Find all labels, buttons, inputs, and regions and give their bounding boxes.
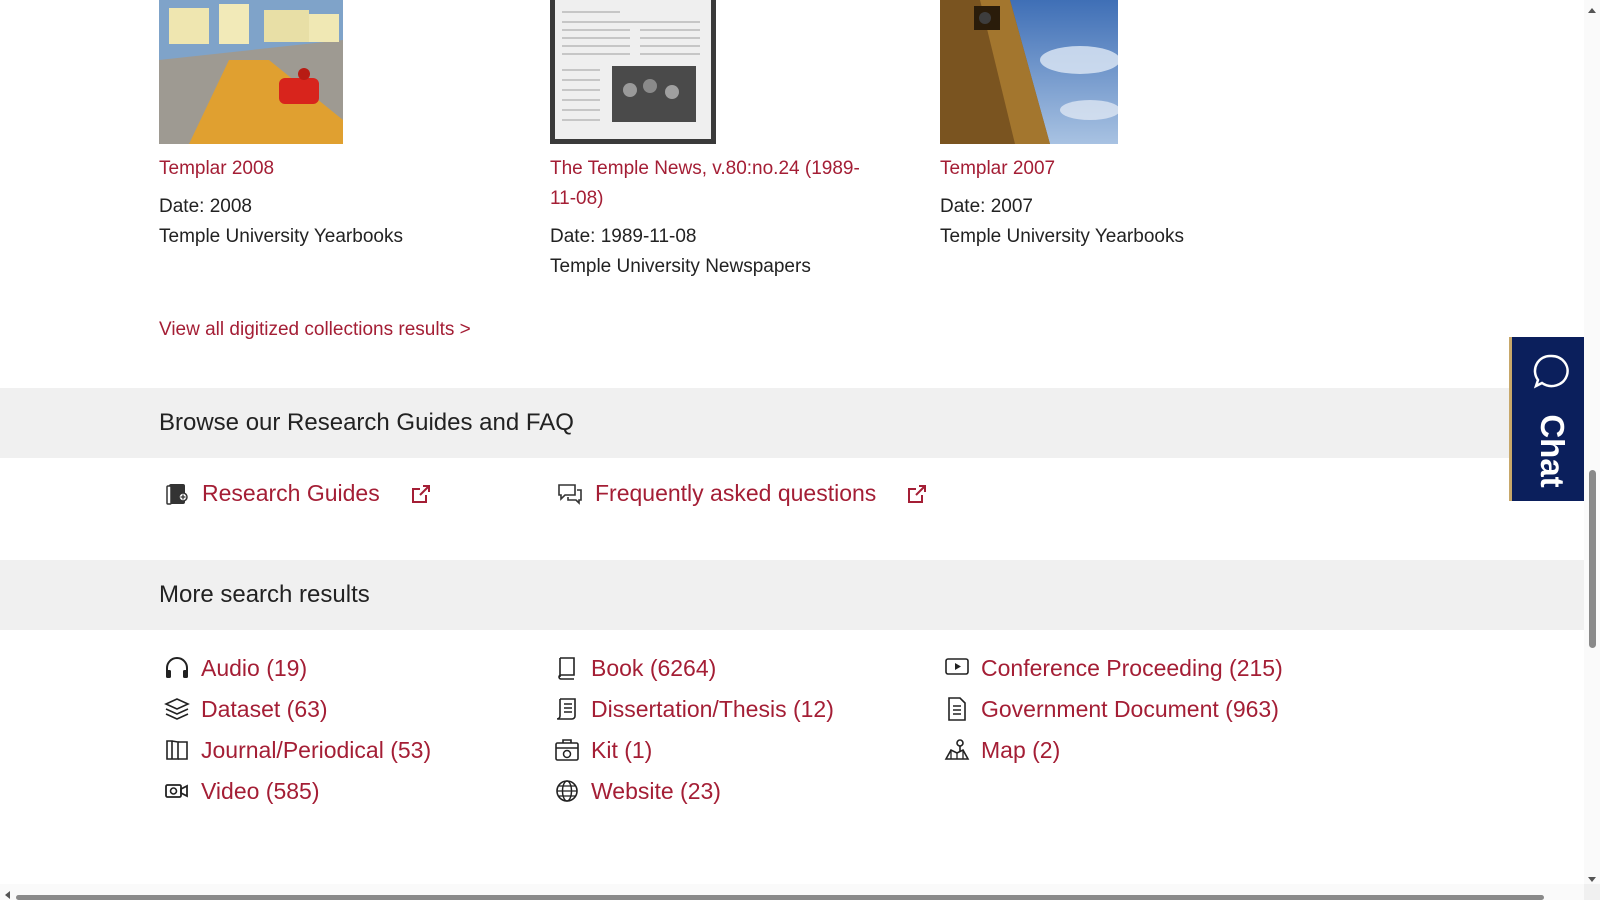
faq-label: Frequently asked questions (595, 480, 877, 506)
digitized-item-card: Templar 2007 Date: 2007 Temple Universit… (940, 0, 1300, 252)
scroll-down-arrow-icon[interactable] (1587, 872, 1597, 882)
result-label: Book (6264) (591, 654, 717, 681)
result-label: Government Document (963) (981, 695, 1279, 722)
result-label: Dissertation/Thesis (12) (591, 695, 834, 722)
digitized-item-card: The Temple News, v.80:no.24 (1989-11-08)… (550, 0, 860, 282)
yearbook-2008-thumbnail[interactable] (159, 0, 343, 144)
result-label: Audio (19) (201, 654, 308, 681)
map-icon (944, 737, 970, 763)
result-dataset-link[interactable]: Dataset (63) (164, 693, 328, 725)
item-title-link[interactable]: The Temple News, v.80:no.24 (1989-11-08) (550, 154, 860, 214)
result-label: Video (585) (201, 777, 320, 804)
vertical-scrollbar[interactable] (1584, 0, 1600, 884)
item-date: Date: 2008 (159, 196, 252, 217)
guides-section-header: Browse our Research Guides and FAQ (0, 388, 1584, 458)
result-label: Journal/Periodical (53) (201, 736, 432, 763)
more-results-heading: More search results (159, 581, 370, 608)
item-collection: Temple University Newspapers (550, 256, 811, 277)
vertical-scroll-thumb[interactable] (1589, 470, 1596, 648)
view-all-digitized-link[interactable]: View all digitized collections results > (159, 316, 471, 344)
result-label: Dataset (63) (201, 695, 328, 722)
result-dissertation-link[interactable]: Dissertation/Thesis (12) (554, 693, 834, 725)
digitized-item-card: Templar 2008 Date: 2008 Temple Universit… (159, 0, 519, 252)
research-guides-link[interactable]: Research Guides (164, 480, 432, 507)
result-government-link[interactable]: Government Document (963) (944, 693, 1279, 725)
item-title-link[interactable]: Templar 2008 (159, 154, 519, 184)
headphones-icon (164, 655, 190, 681)
kit-icon (554, 737, 580, 763)
result-conference-link[interactable]: Conference Proceeding (215) (944, 652, 1283, 684)
journal-icon (164, 737, 190, 763)
result-journal-link[interactable]: Journal/Periodical (53) (164, 734, 431, 766)
result-kit-link[interactable]: Kit (1) (554, 734, 652, 766)
more-results-section-header: More search results (0, 560, 1584, 630)
item-collection: Temple University Yearbooks (159, 226, 403, 247)
result-audio-link[interactable]: Audio (19) (164, 652, 307, 684)
page: Templar 2008 Date: 2008 Temple Universit… (0, 0, 1584, 884)
scroll-left-arrow-icon[interactable] (2, 887, 12, 899)
scroll-up-arrow-icon[interactable] (1587, 2, 1597, 13)
result-label: Conference Proceeding (215) (981, 654, 1283, 681)
layers-icon (164, 696, 190, 722)
result-label: Kit (1) (591, 736, 653, 763)
external-link-icon (906, 483, 928, 505)
globe-icon (554, 778, 580, 804)
chat-widget-button[interactable]: Chat (1509, 337, 1584, 501)
scrollbar-corner (1584, 884, 1600, 900)
result-video-link[interactable]: Video (585) (164, 775, 320, 807)
chat-label: Chat (1534, 414, 1571, 488)
newspaper-thumbnail[interactable] (550, 0, 716, 144)
item-date: Date: 2007 (940, 196, 1033, 217)
guides-heading: Browse our Research Guides and FAQ (159, 409, 574, 436)
scroll-icon (554, 696, 580, 722)
video-camera-icon (164, 778, 190, 804)
horizontal-scrollbar[interactable] (0, 884, 1600, 900)
yearbook-2007-thumbnail[interactable] (940, 0, 1118, 144)
research-guides-label: Research Guides (202, 480, 380, 506)
result-label: Map (2) (981, 736, 1061, 763)
result-label: Website (23) (591, 777, 721, 804)
book-bookmark-icon (164, 481, 190, 507)
chat-bubble-icon (1532, 353, 1570, 391)
document-icon (944, 696, 970, 722)
chat-bubbles-icon (557, 481, 583, 507)
item-collection: Temple University Yearbooks (940, 226, 1184, 247)
item-date: Date: 1989-11-08 (550, 226, 697, 247)
result-website-link[interactable]: Website (23) (554, 775, 721, 807)
book-icon (554, 655, 580, 681)
horizontal-scroll-thumb[interactable] (16, 895, 1544, 900)
presentation-icon (944, 655, 970, 681)
result-book-link[interactable]: Book (6264) (554, 652, 716, 684)
faq-link[interactable]: Frequently asked questions (557, 480, 928, 507)
item-title-link[interactable]: Templar 2007 (940, 154, 1300, 184)
external-link-icon (410, 483, 432, 505)
result-map-link[interactable]: Map (2) (944, 734, 1060, 766)
